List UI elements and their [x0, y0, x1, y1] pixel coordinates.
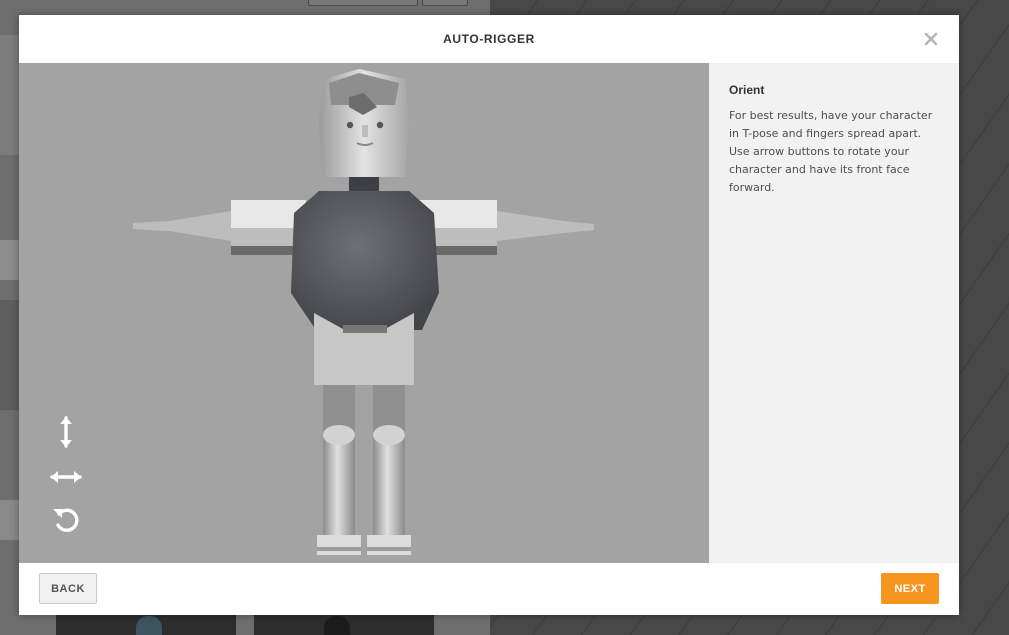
- horizontal-arrows-icon: [50, 471, 82, 483]
- rotate-vertical-button[interactable]: [47, 413, 85, 451]
- auto-rigger-modal: AUTO-RIGGER Orient For best results, hav…: [19, 15, 959, 615]
- background-thumbnail: [254, 614, 434, 635]
- vertical-arrows-icon: [60, 416, 72, 448]
- background-thumbnail: [56, 614, 236, 635]
- reset-rotation-button[interactable]: [47, 500, 85, 538]
- background-field: [308, 0, 418, 6]
- instructions-panel: Orient For best results, have your chara…: [709, 63, 959, 563]
- background-strip: [0, 240, 20, 280]
- background-strip: [0, 35, 20, 155]
- next-button[interactable]: NEXT: [881, 573, 939, 604]
- modal-title: AUTO-RIGGER: [443, 32, 535, 46]
- character-model: [133, 69, 594, 555]
- rotate-ccw-icon: [53, 508, 79, 532]
- modal-header: AUTO-RIGGER: [19, 15, 959, 63]
- background-strip: [0, 300, 20, 410]
- back-button[interactable]: BACK: [39, 573, 97, 604]
- background-strip: [0, 500, 20, 540]
- panel-heading: Orient: [729, 83, 765, 97]
- modal-footer: BACK NEXT: [19, 563, 959, 615]
- background-field: [422, 0, 468, 6]
- 3d-viewport[interactable]: [19, 63, 709, 563]
- close-icon[interactable]: [921, 29, 941, 49]
- rotate-horizontal-button[interactable]: [47, 458, 85, 496]
- panel-instructions: For best results, have your character in…: [729, 109, 933, 194]
